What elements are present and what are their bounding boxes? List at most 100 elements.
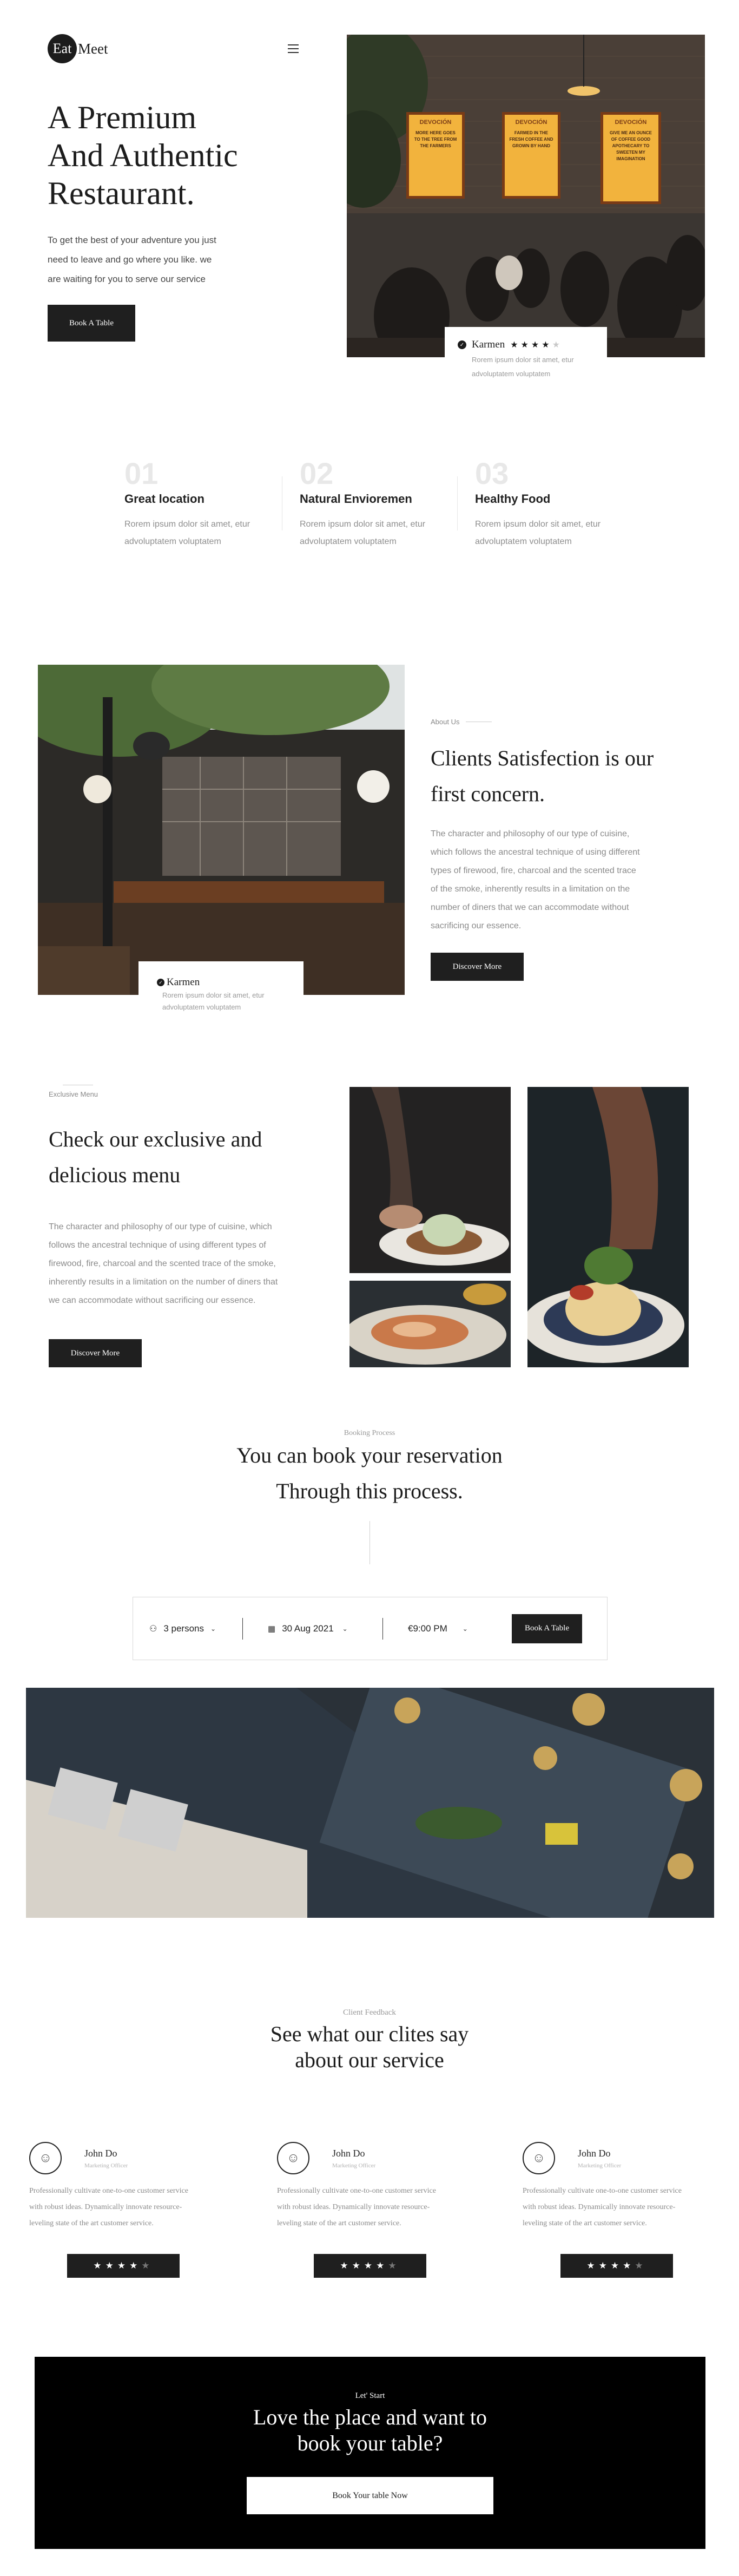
about-title: Clients Satisfection is our first concer… bbox=[431, 740, 712, 812]
about-body-line: types of firewood, fire, charcoal and th… bbox=[431, 866, 636, 875]
hero-subtitle-line: are waiting for you to serve our service bbox=[48, 274, 206, 284]
verified-check-icon: ✓ bbox=[157, 979, 164, 986]
booking-title-line: Through this process. bbox=[276, 1479, 463, 1503]
persons-select[interactable]: ⚇ 3 persons ⌄ bbox=[149, 1623, 236, 1634]
menu-discover-more-button[interactable]: Discover More bbox=[49, 1339, 142, 1367]
feature-item: 03 Healthy Food Rorem ipsum dolor sit am… bbox=[475, 456, 637, 550]
testimonial-text: Professionally cultivate one-to-one cust… bbox=[277, 2183, 472, 2232]
testimonial-text-line: with robust ideas. Dynamically innovate … bbox=[29, 2203, 182, 2211]
about-discover-more-button[interactable]: Discover More bbox=[431, 953, 524, 981]
feature-desc-line: advoluptatem voluptatem bbox=[300, 537, 397, 546]
feature-title: Great location bbox=[124, 492, 204, 506]
testimonial-text: Professionally cultivate one-to-one cust… bbox=[29, 2183, 224, 2232]
review-text-line: Rorem ipsum dolor sit amet, etur bbox=[472, 356, 574, 364]
hero-title: A Premium And Authentic Restaurant. bbox=[48, 99, 318, 212]
feature-number: 03 bbox=[475, 456, 509, 490]
review-text: Rorem ipsum dolor sit amet, etur advolup… bbox=[157, 989, 303, 1013]
hamburger-menu-icon[interactable] bbox=[288, 44, 299, 53]
date-select[interactable]: ▦ 30 Aug 2021 ⌄ bbox=[268, 1623, 376, 1634]
menu-eyebrow-label: Exclusive Menu bbox=[49, 1090, 98, 1098]
cta-title-line: book your table? bbox=[297, 2431, 443, 2455]
about-body-line: number of diners that we can accommodate… bbox=[431, 903, 629, 912]
book-your-table-now-button[interactable]: Book Your table Now bbox=[247, 2477, 493, 2514]
review-text-line: advoluptatem voluptatem bbox=[162, 1003, 241, 1011]
menu-title-line: delicious menu bbox=[49, 1163, 181, 1187]
testimonial-text-line: Professionally cultivate one-to-one cust… bbox=[277, 2187, 436, 2195]
about-review-card: ✓ Karmen Rorem ipsum dolor sit amet, etu… bbox=[138, 961, 303, 1018]
chevron-down-icon: ⌄ bbox=[342, 1624, 348, 1633]
testimonial-name: John Do bbox=[578, 2147, 611, 2159]
dish-photo-closeup bbox=[349, 1281, 511, 1367]
reviewer-name: Karmen bbox=[167, 976, 200, 988]
hero-title-line: And Authentic bbox=[48, 137, 238, 173]
chevron-down-icon: ⌄ bbox=[210, 1624, 216, 1633]
testimonial-name: John Do bbox=[84, 2147, 117, 2159]
logo-badge: Eat bbox=[48, 34, 77, 63]
feedback-eyebrow: Client Feedback bbox=[343, 2008, 396, 2017]
about-body: The character and philosophy of our type… bbox=[431, 825, 712, 935]
testimonial-role: Marketing Officer bbox=[332, 2162, 376, 2169]
menu-sign-body: GIVE ME AN OUNCE OF COFFEE GOOD APOTHECA… bbox=[610, 130, 652, 161]
feature-desc-line: advoluptatem voluptatem bbox=[475, 537, 572, 546]
rating-stars: ★★★★★ bbox=[93, 2260, 154, 2271]
menu-title: Check our exclusive and delicious menu bbox=[49, 1122, 352, 1193]
menu-body: The character and philosophy of our type… bbox=[49, 1218, 346, 1310]
kitchen-overhead-photo bbox=[26, 1688, 714, 1918]
menu-body-line: firewood, fire, charcoal and the scented… bbox=[49, 1259, 276, 1268]
rating-stars-bar: ★★★★★ bbox=[67, 2254, 180, 2278]
testimonial-text-line: leveling state of the art customer servi… bbox=[277, 2219, 401, 2227]
about-title-line: Clients Satisfection is our bbox=[431, 746, 654, 770]
menu-body-line: inherently results in a limitation on th… bbox=[49, 1277, 278, 1287]
rating-stars: ★★★★★ bbox=[340, 2260, 400, 2271]
testimonial-text: Professionally cultivate one-to-one cust… bbox=[523, 2183, 717, 2232]
testimonial-text-line: Professionally cultivate one-to-one cust… bbox=[29, 2187, 188, 2195]
menu-sign: DEVOCIÓN GIVE ME AN OUNCE OF COFFEE GOOD… bbox=[601, 112, 661, 204]
logo-text: Meet bbox=[78, 40, 108, 57]
form-divider bbox=[382, 1617, 383, 1640]
review-text-line: advoluptatem voluptatem bbox=[472, 370, 551, 378]
feedback-title-line: about our service bbox=[295, 2048, 444, 2072]
menu-eyebrow: Exclusive Menu bbox=[49, 1085, 98, 1099]
testimonial-text-line: with robust ideas. Dynamically innovate … bbox=[523, 2203, 676, 2211]
logo[interactable]: Eat Meet bbox=[48, 34, 108, 64]
avatar-icon: ☺ bbox=[29, 2142, 62, 2174]
testimonial-text-line: leveling state of the art customer servi… bbox=[523, 2219, 647, 2227]
book-table-button[interactable]: Book A Table bbox=[48, 305, 135, 342]
testimonial-card: ☺ John Do Marketing Officer Professional… bbox=[29, 2142, 224, 2232]
person-icon: ⚇ bbox=[149, 1624, 157, 1634]
rating-stars-bar: ★★★★★ bbox=[314, 2254, 426, 2278]
menu-body-line: we can accommodate without sacrificing o… bbox=[49, 1296, 256, 1305]
booking-book-table-button[interactable]: Book A Table bbox=[512, 1614, 582, 1643]
about-eyebrow-label: About Us bbox=[431, 718, 460, 726]
feature-title: Natural Envioremen bbox=[300, 492, 412, 506]
hero-subtitle-line: need to leave and go where you like. we bbox=[48, 254, 212, 265]
feature-desc: Rorem ipsum dolor sit amet, etur advolup… bbox=[475, 516, 637, 550]
hero-subtitle: To get the best of your adventure you ju… bbox=[48, 231, 275, 289]
booking-eyebrow: Booking Process bbox=[344, 1429, 395, 1437]
feature-desc-line: Rorem ipsum dolor sit amet, etur bbox=[124, 520, 250, 529]
cta-eyebrow: Let' Start bbox=[355, 2391, 385, 2400]
menu-sign-body: FARMED IN THE FRESH COFFEE AND GROWN BY … bbox=[509, 130, 553, 148]
chevron-down-icon: ⌄ bbox=[462, 1624, 468, 1633]
feature-desc-line: Rorem ipsum dolor sit amet, etur bbox=[300, 520, 426, 529]
form-divider bbox=[242, 1617, 243, 1640]
booking-title-line: You can book your reservation bbox=[236, 1443, 503, 1467]
time-value: €9:00 PM bbox=[408, 1623, 447, 1634]
menu-title-line: Check our exclusive and bbox=[49, 1127, 262, 1151]
feature-item: 01 Great location Rorem ipsum dolor sit … bbox=[124, 456, 287, 550]
avatar-icon: ☺ bbox=[523, 2142, 555, 2174]
menu-sign-body: MORE HERE GOES TO THE TREE FROM THE FARM… bbox=[414, 130, 457, 148]
review-text-line: Rorem ipsum dolor sit amet, etur bbox=[162, 991, 265, 999]
persons-value: 3 persons bbox=[163, 1623, 204, 1634]
rating-stars: ★★★★★ bbox=[510, 340, 563, 350]
avatar-icon: ☺ bbox=[277, 2142, 309, 2174]
menu-sign-title: DEVOCIÓN bbox=[419, 119, 452, 126]
feature-desc-line: Rorem ipsum dolor sit amet, etur bbox=[475, 520, 601, 529]
time-select[interactable]: €9:00 PM ⌄ bbox=[408, 1623, 494, 1634]
booking-form: ⚇ 3 persons ⌄ ▦ 30 Aug 2021 ⌄ €9:00 PM ⌄… bbox=[133, 1597, 608, 1660]
cta-band: Let' Start Love the place and want to bo… bbox=[35, 2357, 705, 2549]
verified-check-icon: ✓ bbox=[458, 340, 466, 349]
about-body-line: which follows the ancestral technique of… bbox=[431, 848, 640, 857]
testimonial-card: ☺ John Do Marketing Officer Professional… bbox=[277, 2142, 472, 2232]
about-title-line: first concern. bbox=[431, 782, 545, 806]
